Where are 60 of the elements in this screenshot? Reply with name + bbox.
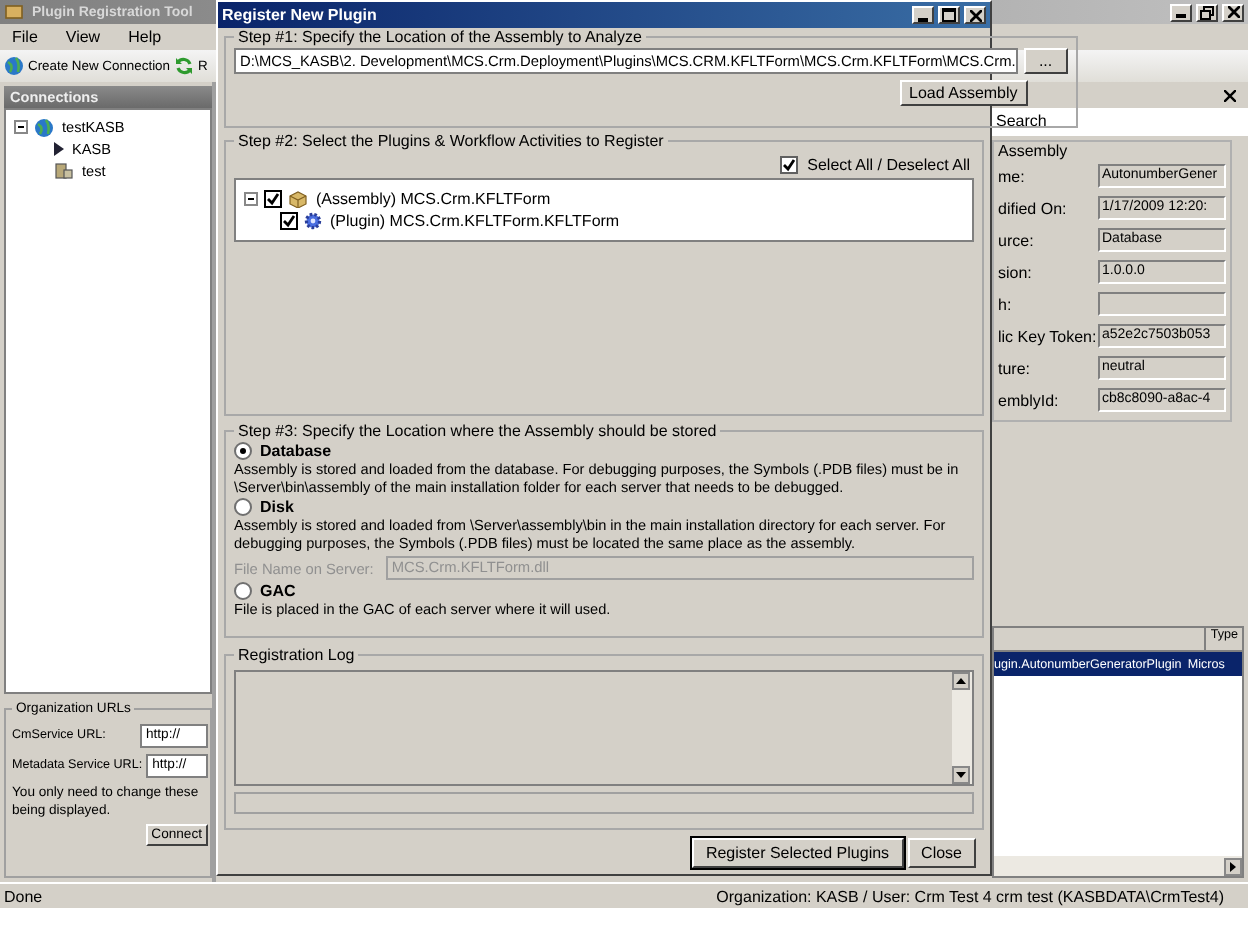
status-text: Done (4, 887, 43, 905)
radio-label: GAC (260, 582, 296, 600)
group-title: Step #1: Specify the Location of the Assembly to Analyze (236, 28, 644, 46)
menu-item[interactable]: Help (124, 28, 166, 46)
app-icon (4, 2, 24, 22)
close-icon (1227, 6, 1239, 18)
search-tab[interactable]: Search (992, 108, 1248, 136)
checkbox[interactable] (779, 156, 798, 174)
field-label: lic Key Token: (998, 327, 1098, 345)
close-button[interactable] (964, 6, 986, 24)
field-label: me: (998, 167, 1027, 185)
field-label: urce: (998, 231, 1036, 249)
field-label: dified On: (998, 199, 1069, 217)
group-title: Registration Log (236, 646, 357, 664)
browse-button[interactable]: ... (1023, 48, 1068, 74)
radio-button[interactable] (234, 498, 252, 516)
radio-label: Database (260, 442, 332, 460)
status-text: Organization: KASB / User: Crm Test 4 crm test (KASBDATA\CrmTest4) (716, 887, 1224, 905)
triangle-icon (54, 142, 64, 156)
maximize-button[interactable] (938, 6, 960, 24)
tree-item[interactable]: (Plugin) MCS.Crm.KFLTForm.KFLTForm (328, 212, 622, 230)
close-icon (969, 9, 981, 21)
load-assembly-button[interactable]: Load Assembly (899, 80, 1028, 106)
group-title: Step #3: Specify the Location where the Assembly should be stored (236, 422, 719, 440)
package-icon (288, 190, 308, 208)
field-label: emblyId: (998, 391, 1061, 409)
checkbox-label: Select All / Deselect All (807, 156, 970, 174)
tree-item[interactable]: (Assembly) MCS.Crm.KFLTForm (314, 190, 553, 208)
refresh-icon (174, 56, 194, 76)
checkbox[interactable] (264, 190, 282, 208)
menu-item[interactable]: File (8, 28, 42, 46)
value-field (1098, 292, 1226, 316)
dialog-button[interactable]: Close (907, 838, 976, 868)
gear-icon (304, 212, 322, 230)
menu-item[interactable]: View (61, 28, 105, 46)
globe-icon (4, 56, 24, 76)
field-label: ture: (998, 359, 1033, 377)
server-icon (54, 162, 74, 180)
vertical-scrollbar[interactable] (952, 672, 972, 784)
radio-button[interactable] (234, 442, 252, 460)
restore-icon (1200, 5, 1214, 19)
scroll-down-icon[interactable] (952, 766, 970, 784)
group-title: Step #2: Select the Plugins & Workflow Activities to Register (236, 132, 666, 150)
horizontal-scrollbar[interactable] (994, 856, 1242, 876)
radio-button[interactable] (234, 582, 252, 600)
checkbox[interactable] (280, 212, 298, 230)
maximize-icon (942, 8, 956, 22)
collapse-toggle[interactable] (244, 192, 258, 206)
dialog-button[interactable]: Register Selected Plugins (691, 838, 904, 868)
close-icon[interactable] (1224, 90, 1236, 102)
field-label: sion: (998, 263, 1034, 281)
minimize-button[interactable] (912, 6, 934, 24)
collapse-toggle[interactable] (14, 120, 28, 134)
radio-label: Disk (260, 498, 294, 516)
scroll-right-icon[interactable] (1224, 857, 1242, 875)
scroll-up-icon[interactable] (952, 672, 970, 690)
group-title: Assembly (998, 142, 1070, 160)
window-title: Register New Plugin (222, 6, 377, 24)
globe-icon (34, 117, 54, 137)
field-label: h: (998, 295, 1014, 313)
